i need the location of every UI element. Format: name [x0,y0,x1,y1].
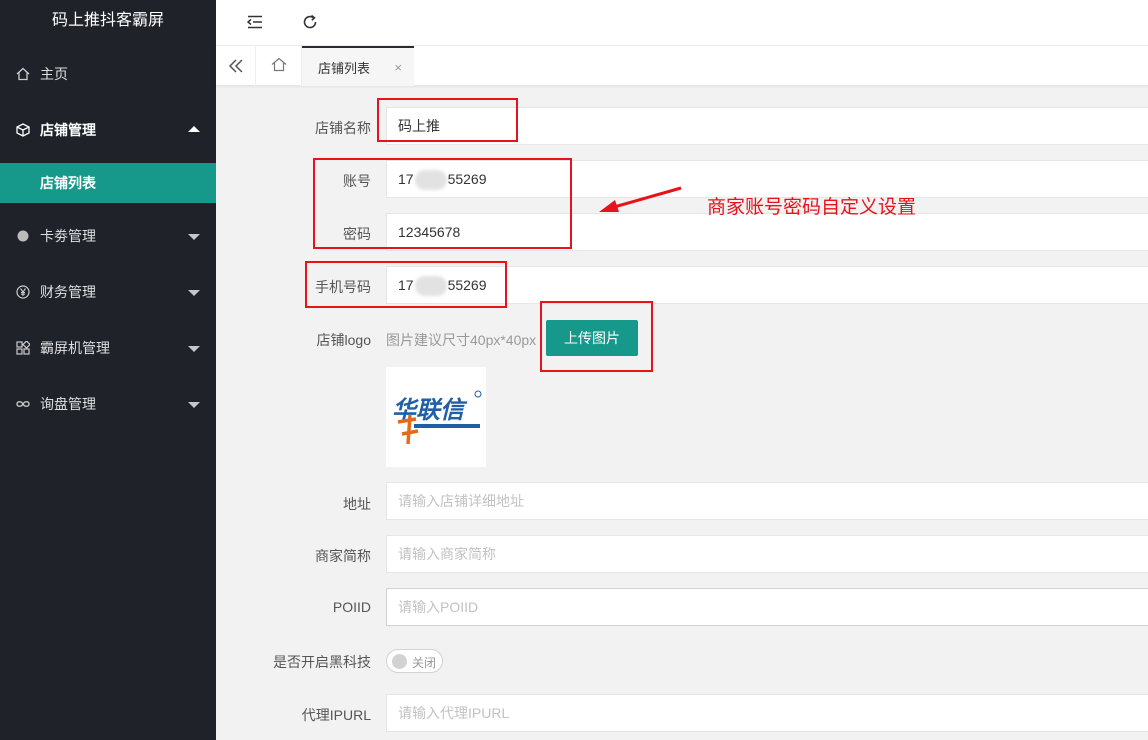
poiid-label: POIID [332,599,371,615]
logo-size-hint: 图片建议尺寸40px*40px [386,332,537,348]
annotation-box-shop-name [377,98,518,142]
sidebar-item-inquiry-management[interactable]: 询盘管理 [0,376,216,432]
cube-icon [16,123,30,137]
home-icon [16,67,30,81]
sidebar-item-label: 卡劵管理 [40,228,96,244]
app-title: 码上推抖客霸屏 [51,12,164,29]
sidebar-item-label: 询盘管理 [40,396,96,412]
huaxin-logo: 华联信 [392,390,482,445]
refresh-icon[interactable] [300,12,320,32]
poiid-input[interactable] [386,588,1148,626]
tab-label: 店铺列表 [318,60,371,76]
tabs-bar: 店铺列表 × [216,46,1148,86]
sidebar-item-label: 霸屏机管理 [40,340,110,356]
menu-fold-icon[interactable] [245,12,265,32]
sidebar-item-label: 店铺管理 [40,122,96,138]
address-label: 地址 [343,496,371,512]
sidebar-item-shop-list[interactable]: 店铺列表 [0,163,216,203]
tab-home[interactable] [256,46,302,86]
sidebar-item-label: 主页 [40,66,68,82]
sidebar-item-finance-management[interactable]: 财务管理 [0,264,216,320]
chevron-up-icon [188,126,200,132]
sidebar-item-home[interactable]: 主页 [0,46,216,102]
annotation-box-account-password [313,158,572,249]
apps-icon [16,341,30,355]
home-icon [271,57,287,75]
shop-name-label: 店铺名称 [315,120,371,136]
close-icon[interactable]: × [394,60,402,75]
sidebar-item-screen-machine-management[interactable]: 霸屏机管理 [0,320,216,376]
annotation-text: 商家账号密码自定义设置 [707,197,917,218]
proxy-label: 代理IPURL [301,707,371,723]
sidebar-item-shop-management[interactable]: 店铺管理 [0,102,216,158]
sidebar-item-label: 财务管理 [40,284,96,300]
annotation-box-phone [305,261,507,308]
annotation-arrow-icon [599,186,682,212]
sidebar: 码上推抖客霸屏 主页 店铺管理 店铺列表 卡劵管理 财务管理 霸屏机管理 询盘管… [0,0,216,740]
address-input[interactable] [386,482,1148,520]
annotation-box-upload [540,301,653,372]
toggle-knob [392,654,407,669]
double-chevron-left-icon[interactable] [216,46,256,86]
chevron-down-icon [188,234,200,240]
sidebar-item-coupon-management[interactable]: 卡劵管理 [0,208,216,264]
tab-shop-list[interactable]: 店铺列表 × [302,46,414,86]
merchant-abbr-input[interactable] [386,535,1148,573]
infinity-icon [16,397,30,411]
merchant-abbr-label: 商家简称 [315,548,371,564]
shop-logo-image: 华联信 [386,367,486,467]
proxy-input[interactable] [386,694,1148,732]
logo-label: 店铺logo [316,332,371,348]
dot-icon [16,229,30,243]
chevron-down-icon [188,346,200,352]
chevron-down-icon [188,290,200,296]
chevron-down-icon [188,402,200,408]
toggle-state: 关闭 [412,656,437,670]
black-tech-label: 是否开启黑科技 [273,654,371,670]
top-header [216,0,1148,46]
yen-icon [16,285,30,299]
black-tech-toggle[interactable]: 关闭 [386,649,443,673]
